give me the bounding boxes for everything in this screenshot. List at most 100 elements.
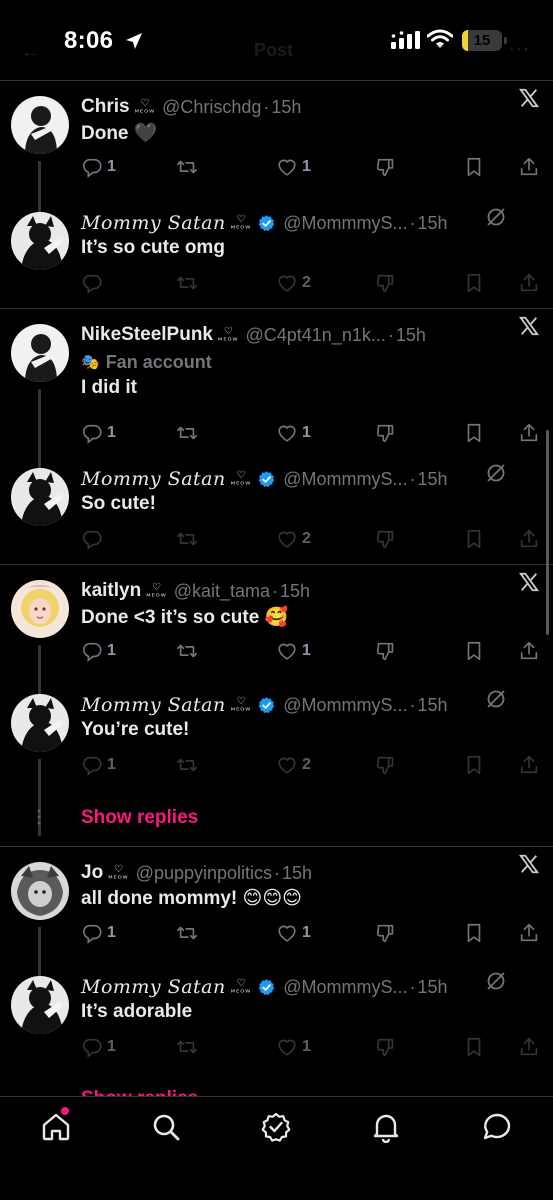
share-button[interactable]	[518, 751, 540, 779]
avatar[interactable]	[11, 212, 69, 270]
repost-button[interactable]	[176, 419, 202, 447]
dislike-button[interactable]	[375, 751, 397, 779]
replies-feed[interactable]: Chris ♡ ᴹᴱᴼᵂ @Chrischdg · 15h Done 🖤 1 1 𝑀𝑜𝑚𝑚𝑦 𝑆𝑎…	[0, 80, 553, 1096]
repost-button[interactable]	[176, 637, 202, 665]
display-name[interactable]: kaitlyn	[81, 580, 141, 602]
reply-button[interactable]	[81, 269, 107, 297]
display-name[interactable]: 𝑀𝑜𝑚𝑚𝑦 𝑆𝑎𝑡𝑎𝑛	[81, 468, 226, 490]
reply-button[interactable]: 1	[81, 153, 116, 181]
scrollbar[interactable]	[546, 430, 549, 635]
dislike-button[interactable]	[375, 153, 397, 181]
share-button[interactable]	[518, 419, 540, 447]
user-handle[interactable]: @C4pt41n_n1k...	[245, 325, 385, 346]
x-logo-icon[interactable]	[518, 571, 540, 593]
hidden-reply-icon[interactable]	[484, 461, 508, 485]
reply-post[interactable]: NikeSteelPunk ♡ ᴹᴱᴼᵂ @C4pt41n_n1k... · 15h 🎭 Fa…	[0, 316, 553, 491]
bookmark-button[interactable]	[463, 153, 485, 181]
avatar[interactable]	[11, 468, 69, 526]
author-reply-post[interactable]: 𝑀𝑜𝑚𝑚𝑦 𝑆𝑎𝑡𝑎𝑛 ♡ ᴹᴱᴼᵂ @MommmyS... · 15h It’s so c…	[0, 208, 553, 309]
post-time[interactable]: 15h	[418, 977, 448, 998]
post-time[interactable]: 15h	[418, 213, 448, 234]
repost-button[interactable]	[176, 1033, 202, 1061]
reply-button[interactable]	[81, 525, 107, 553]
dislike-button[interactable]	[375, 269, 397, 297]
avatar[interactable]	[11, 324, 69, 382]
user-handle[interactable]: @puppyinpolitics	[136, 863, 272, 884]
like-button[interactable]: 2	[276, 525, 311, 553]
user-handle[interactable]: @MommmyS...	[283, 977, 407, 998]
tab-search[interactable]	[150, 1111, 182, 1143]
share-button[interactable]	[518, 153, 540, 181]
share-button[interactable]	[518, 269, 540, 297]
avatar[interactable]	[11, 976, 69, 1034]
more-icon[interactable]: ⋯	[508, 36, 530, 62]
reply-button[interactable]: 1	[81, 419, 116, 447]
like-button[interactable]: 1	[276, 637, 311, 665]
avatar[interactable]	[11, 862, 69, 920]
bookmark-button[interactable]	[463, 525, 485, 553]
user-handle[interactable]: @MommmyS...	[283, 695, 407, 716]
dislike-button[interactable]	[375, 525, 397, 553]
like-button[interactable]: 1	[276, 919, 311, 947]
share-button[interactable]	[518, 919, 540, 947]
dislike-button[interactable]	[375, 1033, 397, 1061]
post-time[interactable]: 15h	[271, 97, 301, 118]
tab-home[interactable]	[40, 1111, 72, 1143]
bookmark-button[interactable]	[463, 419, 485, 447]
share-button[interactable]	[518, 525, 540, 553]
repost-button[interactable]	[176, 525, 202, 553]
user-handle[interactable]: @MommmyS...	[283, 213, 407, 234]
bookmark-button[interactable]	[463, 1033, 485, 1061]
share-button[interactable]	[518, 1033, 540, 1061]
display-name[interactable]: 𝑀𝑜𝑚𝑚𝑦 𝑆𝑎𝑡𝑎𝑛	[81, 976, 226, 998]
share-button[interactable]	[518, 637, 540, 665]
repost-button[interactable]	[176, 153, 202, 181]
author-reply-post[interactable]: 𝑀𝑜𝑚𝑚𝑦 𝑆𝑎𝑡𝑎𝑛 ♡ ᴹᴱᴼᵂ @MommmyS... · 15h So cute! 2	[0, 464, 553, 565]
dislike-button[interactable]	[375, 919, 397, 947]
like-button[interactable]: 2	[276, 269, 311, 297]
user-handle[interactable]: @kait_tama	[174, 581, 270, 602]
tab-messages[interactable]	[481, 1111, 513, 1143]
avatar[interactable]	[11, 96, 69, 154]
bookmark-button[interactable]	[463, 919, 485, 947]
hidden-reply-icon[interactable]	[484, 687, 508, 711]
display-name[interactable]: 𝑀𝑜𝑚𝑚𝑦 𝑆𝑎𝑡𝑎𝑛	[81, 694, 226, 716]
display-name[interactable]: NikeSteelPunk	[81, 324, 213, 346]
avatar[interactable]	[11, 580, 69, 638]
author-reply-post[interactable]: 𝑀𝑜𝑚𝑚𝑦 𝑆𝑎𝑡𝑎𝑛 ♡ ᴹᴱᴼᵂ @MommmyS... · 15h You’re cu…	[0, 690, 553, 836]
tab-communities[interactable]	[260, 1111, 292, 1143]
user-handle[interactable]: @Chrischdg	[162, 97, 261, 118]
post-time[interactable]: 15h	[280, 581, 310, 602]
reply-button[interactable]: 1	[81, 637, 116, 665]
x-logo-icon[interactable]	[518, 853, 540, 875]
reply-post[interactable]: Jo ♡ ᴹᴱᴼᵂ @puppyinpolitics · 15h all done momm…	[0, 854, 553, 1002]
reply-button[interactable]: 1	[81, 1033, 116, 1061]
like-button[interactable]: 2	[276, 751, 311, 779]
reply-post[interactable]: kaitlyn ♡ ᴹᴱᴼᵂ @kait_tama · 15h Done <3 it’s s…	[0, 572, 553, 720]
post-time[interactable]: 15h	[418, 695, 448, 716]
like-button[interactable]: 1	[276, 1033, 311, 1061]
hidden-reply-icon[interactable]	[484, 969, 508, 993]
bookmark-button[interactable]	[463, 637, 485, 665]
tab-notifications[interactable]	[370, 1111, 402, 1143]
display-name[interactable]: Jo	[81, 862, 103, 884]
dislike-button[interactable]	[375, 637, 397, 665]
display-name[interactable]: Chris	[81, 96, 130, 118]
dislike-button[interactable]	[375, 419, 397, 447]
post-time[interactable]: 15h	[418, 469, 448, 490]
post-time[interactable]: 15h	[282, 863, 312, 884]
bookmark-button[interactable]	[463, 269, 485, 297]
display-name[interactable]: 𝑀𝑜𝑚𝑚𝑦 𝑆𝑎𝑡𝑎𝑛	[81, 212, 226, 234]
repost-button[interactable]	[176, 919, 202, 947]
bookmark-button[interactable]	[463, 751, 485, 779]
like-button[interactable]: 1	[276, 153, 311, 181]
repost-button[interactable]	[176, 751, 202, 779]
like-button[interactable]: 1	[276, 419, 311, 447]
x-logo-icon[interactable]	[518, 315, 540, 337]
user-handle[interactable]: @MommmyS...	[283, 469, 407, 490]
reply-post[interactable]: Chris ♡ ᴹᴱᴼᵂ @Chrischdg · 15h Done 🖤 1 1	[0, 88, 553, 236]
author-reply-post[interactable]: 𝑀𝑜𝑚𝑚𝑦 𝑆𝑎𝑡𝑎𝑛 ♡ ᴹᴱᴼᵂ @MommmyS... · 15h It’s ador…	[0, 972, 553, 1073]
avatar[interactable]	[11, 694, 69, 752]
reply-button[interactable]: 1	[81, 751, 116, 779]
back-arrow-icon[interactable]: ←	[20, 38, 42, 64]
